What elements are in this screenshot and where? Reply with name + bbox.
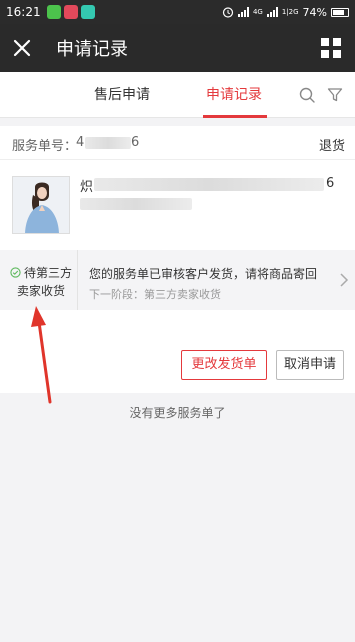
current-status: 待第三方 卖家收货 xyxy=(0,250,78,310)
gallery-app-icon xyxy=(80,5,95,19)
tab-after-sales-apply[interactable]: 售后申请 xyxy=(94,72,150,118)
battery-icon xyxy=(331,7,349,17)
product-row[interactable]: 炽 6 xyxy=(0,160,355,250)
section-gap xyxy=(0,118,355,126)
service-number-prefix: 4 xyxy=(76,135,85,150)
battery-percent: 74% xyxy=(302,5,327,19)
change-shipping-button[interactable]: 更改发货单 xyxy=(181,350,267,380)
service-number-label: 服务单号： xyxy=(12,139,78,154)
progress-status-row[interactable]: 待第三方 卖家收货 您的服务单已审核客户发货，请将商品寄回 下一阶段：第三方卖家… xyxy=(0,250,355,310)
status-message: 您的服务单已审核客户发货，请将商品寄回 xyxy=(89,267,318,281)
service-type-badge: 退货 xyxy=(318,139,345,154)
status-right-group: 4G 1|2G 74% xyxy=(222,6,349,19)
service-order-header[interactable]: 服务单号： 4 6 退货 xyxy=(0,126,355,160)
blurred-product-name-line2 xyxy=(80,198,192,210)
close-icon xyxy=(13,39,31,57)
status-title: 待第三方 xyxy=(24,266,73,280)
product-name-end: 6 xyxy=(326,176,335,191)
action-bar: 更改发货单 取消申请 xyxy=(0,310,355,393)
signal-icon xyxy=(237,7,249,17)
product-name-start: 炽 xyxy=(80,180,94,195)
alarm-icon xyxy=(222,7,234,18)
service-number-suffix: 6 xyxy=(131,135,140,150)
search-icon[interactable] xyxy=(299,87,315,103)
chevron-right-icon xyxy=(340,273,349,287)
product-image xyxy=(13,177,69,233)
close-button[interactable] xyxy=(0,24,44,72)
notification-app-icon xyxy=(63,5,78,19)
grid-icon xyxy=(321,38,329,46)
grid-menu-button[interactable] xyxy=(321,38,341,58)
status-title-line2: 卖家收货 xyxy=(17,284,66,298)
cancel-application-button[interactable]: 取消申请 xyxy=(276,350,344,380)
check-circle-icon xyxy=(10,267,21,278)
page-title: 申请记录 xyxy=(56,39,128,60)
signal-icon-2 xyxy=(266,7,278,17)
tab-apply-records[interactable]: 申请记录 xyxy=(206,72,262,118)
no-more-records-text: 没有更多服务单了 xyxy=(129,406,226,420)
wechat-app-icon xyxy=(46,5,61,19)
product-thumbnail xyxy=(12,176,70,234)
next-stage-text: 下一阶段：第三方卖家收货 xyxy=(89,288,221,301)
network-type-2: 1|2G xyxy=(281,7,299,16)
tab-bar: 售后申请 申请记录 xyxy=(0,72,355,118)
blurred-product-name xyxy=(94,178,324,191)
blurred-service-number xyxy=(85,137,131,149)
network-type-1: 4G xyxy=(252,7,263,16)
filter-icon[interactable] xyxy=(327,87,343,103)
app-bar: 申请记录 xyxy=(0,24,355,72)
status-bar: 16:21 4G 1|2G 74% xyxy=(0,0,355,24)
status-time: 16:21 xyxy=(6,5,41,19)
